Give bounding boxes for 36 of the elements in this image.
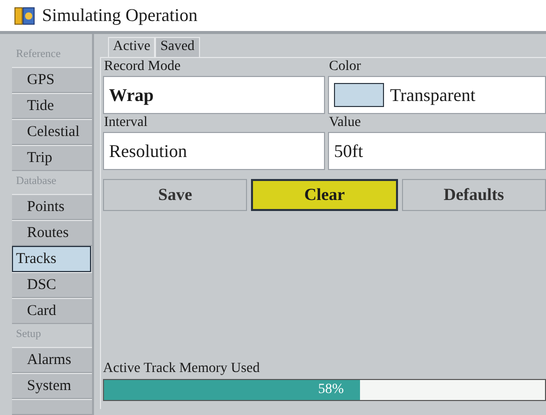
- section-header: Setup: [15, 327, 42, 342]
- input-field[interactable]: 50ft: [328, 132, 546, 170]
- tab[interactable]: Saved: [155, 37, 200, 57]
- sidebar-item[interactable]: Points: [12, 194, 92, 220]
- input-field[interactable]: Resolution: [103, 132, 325, 170]
- sidebar-item[interactable]: System: [12, 373, 92, 399]
- button[interactable]: Save: [103, 179, 248, 211]
- field-value: Wrap: [109, 84, 154, 106]
- section-header: Database: [15, 174, 58, 189]
- memory-label: Active Track Memory Used: [103, 361, 261, 377]
- app-icon: [14, 4, 36, 26]
- color-swatch: [334, 83, 384, 107]
- field-value: Transparent: [390, 84, 476, 106]
- sidebar-item[interactable]: GPS: [12, 67, 92, 93]
- field-value: Resolution: [109, 140, 188, 162]
- input-field[interactable]: Wrap: [103, 76, 325, 114]
- sidebar-item[interactable]: Trip: [12, 145, 92, 171]
- tab[interactable]: Active: [108, 37, 156, 57]
- field-value: 50ft: [334, 140, 363, 162]
- sidebar-item[interactable]: Routes: [12, 220, 92, 246]
- field-label: Record Mode: [103, 58, 182, 76]
- sidebar-item[interactable]: DSC: [12, 272, 92, 298]
- window-title: Simulating Operation: [42, 5, 198, 26]
- button[interactable]: Clear: [251, 179, 398, 211]
- field-label: Interval: [103, 114, 149, 132]
- section-header: Reference: [15, 47, 62, 62]
- sidebar-item[interactable]: Celestial: [12, 119, 92, 145]
- field-label: Value: [328, 114, 362, 132]
- sidebar-item[interactable]: Tracks: [12, 246, 91, 272]
- sidebar-item[interactable]: Tide: [12, 93, 92, 119]
- input-field[interactable]: Transparent: [328, 76, 546, 114]
- sidebar-item[interactable]: Alarms: [12, 347, 92, 373]
- button[interactable]: Defaults: [402, 179, 546, 211]
- memory-reading: 58%: [318, 382, 344, 398]
- sidebar-item[interactable]: Card: [12, 298, 92, 324]
- field-label: Color: [328, 58, 362, 76]
